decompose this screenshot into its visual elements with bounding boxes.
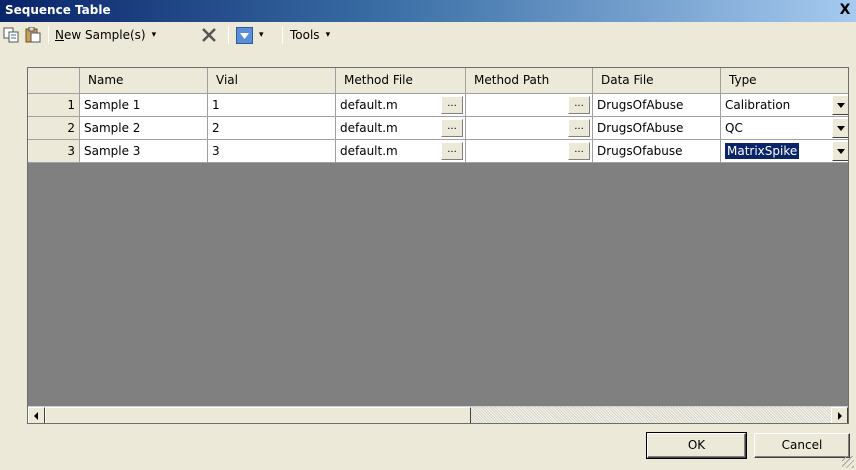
sequence-grid[interactable]: Name Vial Method File Method Path Data F…: [27, 67, 849, 424]
type-dropdown-button[interactable]: [832, 141, 848, 161]
delete-x-icon: [202, 28, 216, 42]
toolbar-separator: [228, 26, 229, 44]
cell-type[interactable]: QC: [721, 117, 848, 140]
paste-button[interactable]: [25, 26, 43, 44]
cell-method-path[interactable]: ...: [466, 117, 593, 140]
new-samples-button[interactable]: New Sample(s) ▾: [55, 26, 195, 44]
cell-vial[interactable]: 2: [208, 117, 336, 140]
paste-icon: [25, 27, 41, 43]
column-header-name[interactable]: Name: [80, 68, 208, 94]
cell-name[interactable]: Sample 3: [80, 140, 208, 163]
browse-method-file-button[interactable]: ...: [441, 142, 463, 160]
method-file-value: default.m: [340, 121, 398, 135]
cell-data-file[interactable]: DrugsOfAbuse: [593, 94, 721, 117]
column-header-method-file[interactable]: Method File: [336, 68, 466, 94]
table-row[interactable]: 1 Sample 1 1 default.m ... ... DrugsOfAb…: [28, 94, 848, 117]
column-header-data-file[interactable]: Data File: [593, 68, 721, 94]
cell-method-file[interactable]: default.m ...: [336, 140, 466, 163]
new-samples-text: ew Sample(s): [63, 28, 146, 42]
tools-label: Tools: [290, 28, 320, 42]
cell-type[interactable]: MatrixSpike: [721, 140, 848, 163]
toolbar: New Sample(s) ▾ ▾ Tools ▾: [0, 22, 856, 48]
copy-button[interactable]: [3, 26, 21, 44]
insert-down-icon: [236, 26, 253, 44]
copy-icon: [3, 27, 19, 43]
new-samples-mnemonic: N: [55, 28, 64, 42]
column-header-method-path[interactable]: Method Path: [466, 68, 593, 94]
cell-name[interactable]: Sample 2: [80, 117, 208, 140]
browse-method-path-button[interactable]: ...: [568, 96, 590, 114]
type-value-selected[interactable]: MatrixSpike: [725, 143, 800, 159]
row-number[interactable]: 2: [28, 117, 80, 140]
close-icon[interactable]: X: [836, 2, 854, 19]
ok-button[interactable]: OK: [646, 432, 747, 459]
method-file-value: default.m: [340, 98, 398, 112]
grid-header: Name Vial Method File Method Path Data F…: [28, 68, 848, 94]
scroll-right-icon[interactable]: [831, 407, 848, 423]
method-file-value: default.m: [340, 144, 398, 158]
cell-method-path[interactable]: ...: [466, 94, 593, 117]
type-value: QC: [725, 121, 743, 135]
cell-method-file[interactable]: default.m ...: [336, 117, 466, 140]
table-row[interactable]: 3 Sample 3 3 default.m ... ... DrugsOfab…: [28, 140, 848, 163]
column-header-type[interactable]: Type: [721, 68, 848, 94]
browse-method-file-button[interactable]: ...: [441, 119, 463, 137]
cell-vial[interactable]: 3: [208, 140, 336, 163]
chevron-down-icon[interactable]: ▾: [259, 30, 264, 40]
cell-method-path[interactable]: ...: [466, 140, 593, 163]
cell-data-file[interactable]: DrugsOfAbuse: [593, 117, 721, 140]
type-dropdown-button[interactable]: [832, 95, 848, 115]
corner-header: [28, 68, 80, 94]
tools-menu-button[interactable]: Tools ▾: [290, 26, 350, 44]
table-row[interactable]: 2 Sample 2 2 default.m ... ... DrugsOfAb…: [28, 117, 848, 140]
delete-button[interactable]: [200, 26, 220, 44]
toolbar-separator: [282, 26, 283, 44]
cancel-button[interactable]: Cancel: [754, 433, 850, 458]
chevron-down-icon[interactable]: ▾: [152, 30, 157, 40]
horizontal-scrollbar[interactable]: [28, 406, 848, 423]
cell-method-file[interactable]: default.m ...: [336, 94, 466, 117]
cell-type[interactable]: Calibration: [721, 94, 848, 117]
type-value: Calibration: [725, 98, 791, 112]
title-bar: Sequence Table X: [0, 0, 856, 22]
chevron-down-icon[interactable]: ▾: [326, 30, 331, 40]
column-header-vial[interactable]: Vial: [208, 68, 336, 94]
cell-vial[interactable]: 1: [208, 94, 336, 117]
resize-grip-icon[interactable]: [842, 456, 854, 468]
scrollbar-thumb[interactable]: [45, 407, 471, 423]
browse-method-path-button[interactable]: ...: [568, 119, 590, 137]
type-dropdown-button[interactable]: [832, 118, 848, 138]
row-number[interactable]: 3: [28, 140, 80, 163]
toolbar-separator: [48, 26, 49, 44]
row-number[interactable]: 1: [28, 94, 80, 117]
cell-data-file[interactable]: DrugsOfabuse: [593, 140, 721, 163]
browse-method-file-button[interactable]: ...: [441, 96, 463, 114]
insert-button[interactable]: ▾: [236, 26, 270, 44]
window-title: Sequence Table: [5, 3, 111, 17]
browse-method-path-button[interactable]: ...: [568, 142, 590, 160]
scroll-left-icon[interactable]: [28, 407, 45, 423]
cell-name[interactable]: Sample 1: [80, 94, 208, 117]
new-samples-label: New Sample(s): [55, 28, 146, 42]
